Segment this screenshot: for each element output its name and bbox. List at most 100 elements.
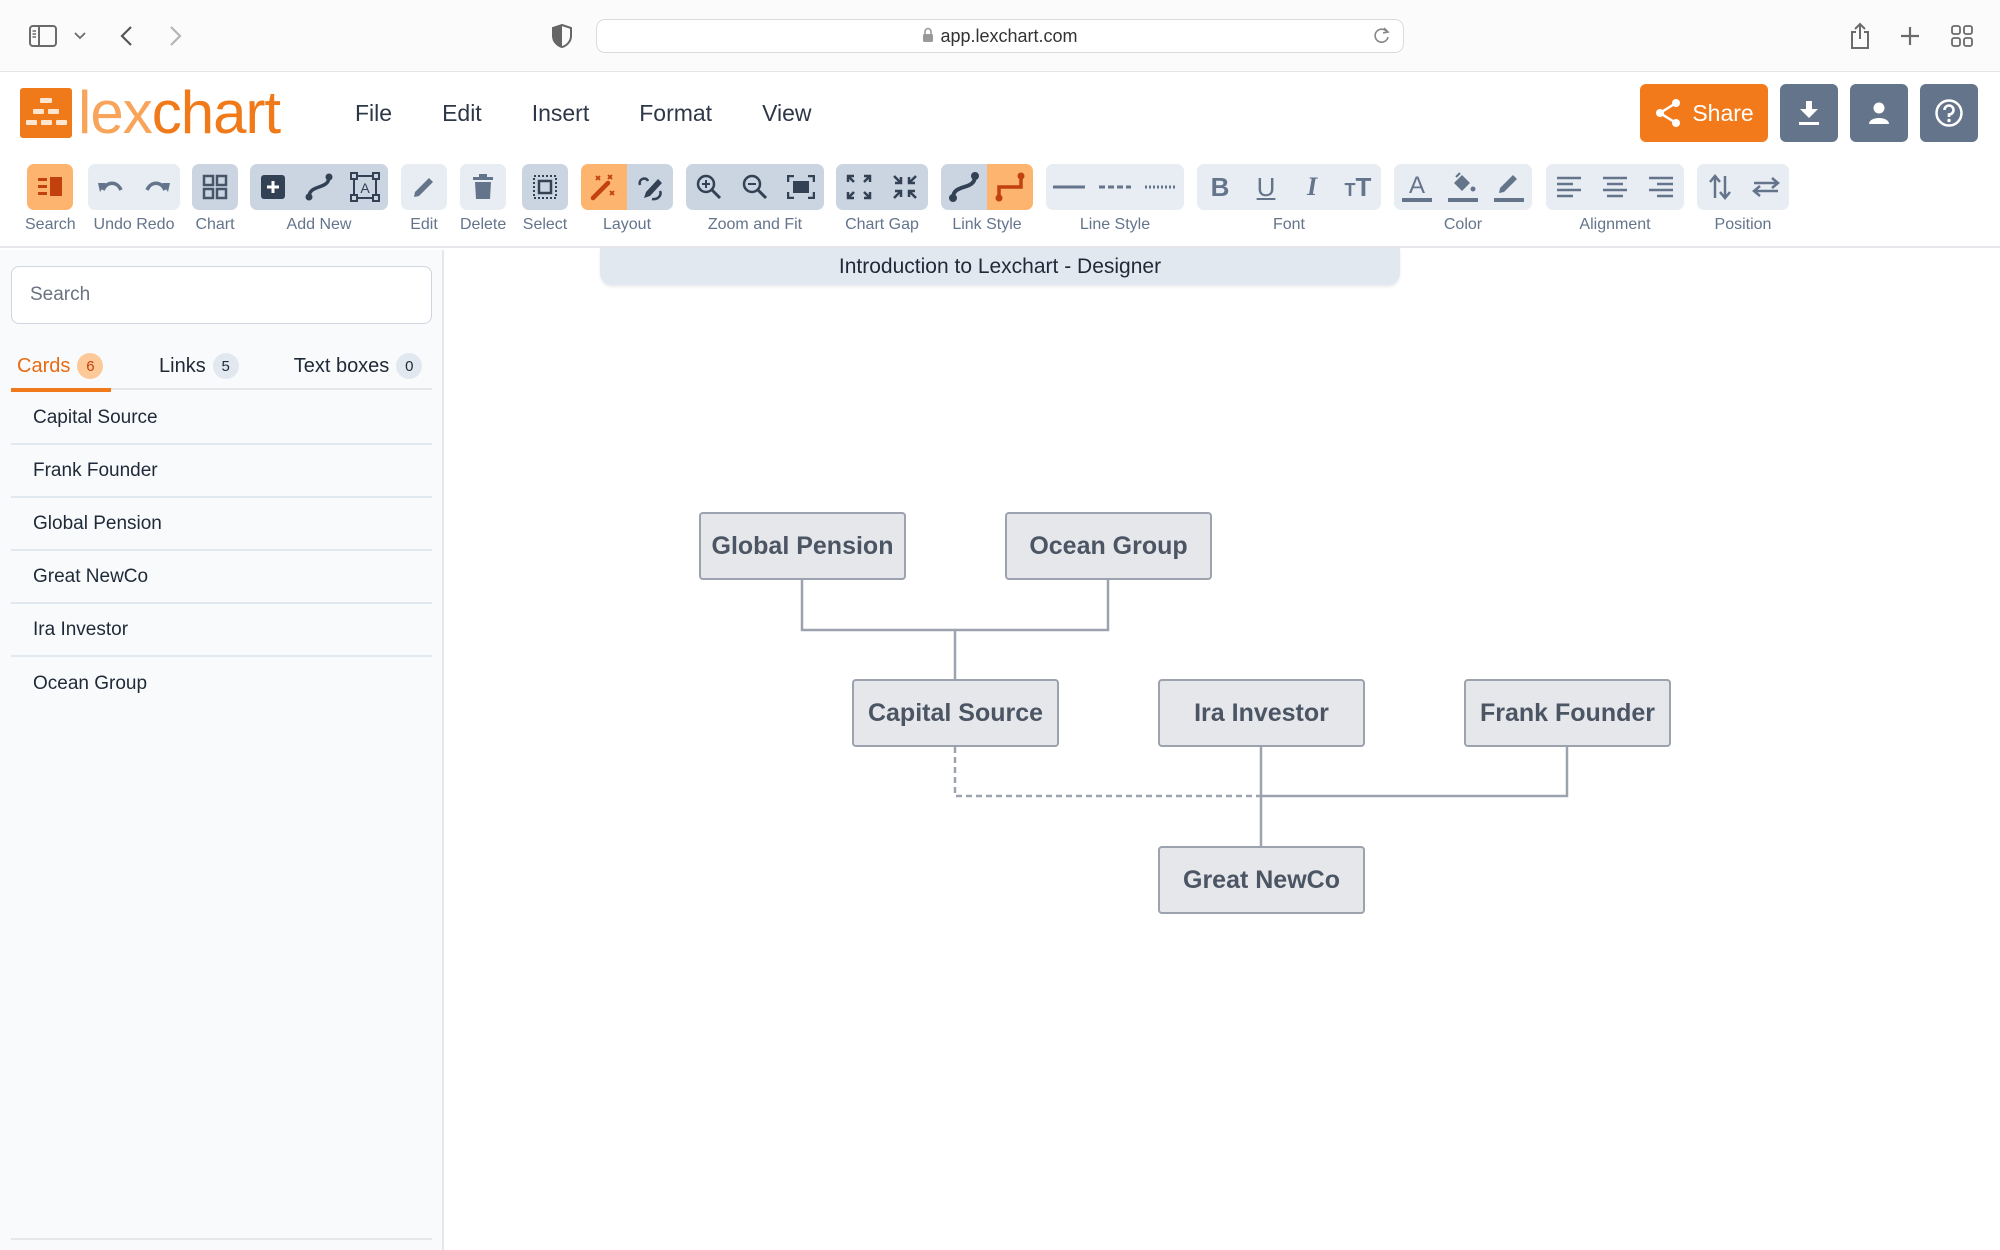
tab-label: Cards: [17, 354, 71, 377]
svg-text:A: A: [1409, 172, 1425, 199]
tab-cards[interactable]: Cards 6: [11, 342, 111, 392]
tab-text-boxes[interactable]: Text boxes 0: [294, 342, 423, 390]
toolbar-group-position: Position: [1697, 164, 1789, 234]
swap-vertical-button[interactable]: [1697, 164, 1743, 210]
link-capital-source-great-newco[interactable]: [953, 747, 1261, 798]
reload-icon[interactable]: [1373, 26, 1391, 51]
list-item[interactable]: Ocean Group: [11, 657, 432, 710]
curved-link-icon: [949, 172, 979, 202]
swap-horizontal-icon: [1752, 177, 1780, 197]
forward-icon[interactable]: [164, 18, 188, 54]
underline-button[interactable]: U: [1243, 164, 1289, 210]
delete-button[interactable]: [460, 164, 507, 210]
edit-button[interactable]: [401, 164, 447, 210]
tab-links[interactable]: Links 5: [159, 342, 239, 390]
undo-icon: [98, 181, 123, 192]
add-text-box-button[interactable]: A: [342, 164, 388, 210]
menu-insert[interactable]: Insert: [507, 100, 615, 127]
card-ira-investor[interactable]: Ira Investor: [1158, 679, 1365, 747]
url-text: app.lexchart.com: [940, 25, 1078, 46]
card-capital-source[interactable]: Capital Source: [852, 679, 1059, 747]
dotted-line-button[interactable]: [1138, 164, 1184, 210]
list-item[interactable]: Frank Founder: [11, 445, 432, 498]
menu-edit[interactable]: Edit: [417, 100, 507, 127]
align-right-button[interactable]: [1638, 164, 1684, 210]
list-item[interactable]: Great NewCo: [11, 551, 432, 604]
list-item[interactable]: Ira Investor: [11, 604, 432, 657]
add-link-button[interactable]: [296, 164, 342, 210]
add-link-icon: [305, 173, 333, 201]
italic-button[interactable]: I: [1289, 164, 1335, 210]
text-size-button[interactable]: TT: [1335, 164, 1381, 210]
url-bar[interactable]: app.lexchart.com: [596, 19, 1404, 53]
undo-button[interactable]: [88, 164, 134, 210]
card-ocean-group[interactable]: Ocean Group: [1005, 512, 1212, 580]
share-icon[interactable]: [1848, 18, 1872, 54]
link-frank-founder-great-newco[interactable]: [1261, 747, 1569, 798]
search-panel-icon: [38, 177, 63, 196]
document-title[interactable]: Introduction to Lexchart - Designer: [600, 248, 1400, 285]
expand-gap-button[interactable]: [836, 164, 882, 210]
fill-color-button[interactable]: [1440, 164, 1486, 210]
zoom-out-button[interactable]: [732, 164, 778, 210]
download-icon: [1799, 101, 1819, 125]
main-menu: File Edit Insert Format View: [330, 100, 837, 127]
search-panel-button[interactable]: [27, 164, 74, 210]
elbow-link-icon: [995, 172, 1025, 202]
trash-icon: [473, 174, 494, 199]
share-label: Share: [1692, 99, 1754, 126]
svg-text:A: A: [360, 180, 370, 196]
card-frank-founder[interactable]: Frank Founder: [1464, 679, 1671, 747]
sidebar-search-input[interactable]: [11, 266, 432, 324]
curved-link-button[interactable]: [941, 164, 987, 210]
toolbar-label: Line Style: [1079, 216, 1151, 233]
swap-horizontal-button[interactable]: [1743, 164, 1789, 210]
bold-button[interactable]: B: [1197, 164, 1243, 210]
account-button[interactable]: [1850, 84, 1908, 142]
fit-button[interactable]: [778, 164, 824, 210]
download-button[interactable]: [1780, 84, 1838, 142]
card-great-newco[interactable]: Great NewCo: [1158, 846, 1365, 914]
card-global-pension[interactable]: Global Pension: [699, 512, 906, 580]
select-button[interactable]: [522, 164, 568, 210]
font-color-button[interactable]: A: [1394, 164, 1440, 210]
auto-layout-button[interactable]: [581, 164, 627, 210]
line-color-button[interactable]: [1486, 164, 1532, 210]
help-button[interactable]: [1920, 84, 1978, 142]
sidebar-toggle-icon[interactable]: [26, 18, 60, 54]
redo-button[interactable]: [134, 164, 180, 210]
elbow-link-button[interactable]: [987, 164, 1033, 210]
share-button[interactable]: Share: [1640, 84, 1768, 142]
back-icon[interactable]: [114, 18, 138, 54]
add-text-box-icon: A: [350, 172, 380, 202]
chart-canvas[interactable]: Introduction to Lexchart - Designer Glob…: [446, 248, 2000, 1250]
help-icon: [1935, 99, 1963, 127]
align-left-button[interactable]: [1546, 164, 1592, 210]
list-item[interactable]: Global Pension: [11, 498, 432, 551]
chevron-down-icon[interactable]: [70, 18, 90, 54]
zoom-in-button[interactable]: [686, 164, 732, 210]
toolbar-label: Link Style: [952, 216, 1022, 233]
tab-overview-icon[interactable]: [1950, 18, 1974, 54]
shrink-gap-button[interactable]: [882, 164, 928, 210]
list-item[interactable]: Capital Source: [11, 392, 432, 445]
add-card-button[interactable]: [250, 164, 296, 210]
chart-button[interactable]: [192, 164, 238, 210]
line-color-pencil-icon: [1494, 175, 1524, 202]
align-left-icon: [1557, 176, 1581, 198]
manual-layout-button[interactable]: [627, 164, 673, 210]
solid-line-button[interactable]: [1046, 164, 1092, 210]
lexchart-logo[interactable]: lexchart: [20, 83, 281, 143]
new-tab-icon[interactable]: [1898, 18, 1922, 54]
align-center-button[interactable]: [1592, 164, 1638, 210]
menu-format[interactable]: Format: [614, 100, 737, 127]
menu-file[interactable]: File: [330, 100, 417, 127]
link-ocean-group-capital-source[interactable]: [955, 579, 1110, 632]
toolbar-label: Search: [25, 216, 76, 233]
toolbar-group-alignment: Alignment: [1546, 164, 1684, 234]
link-global-pension-capital-source[interactable]: [800, 579, 957, 679]
privacy-shield-icon[interactable]: [550, 18, 574, 54]
solid-line-icon: [1053, 185, 1085, 189]
menu-view[interactable]: View: [737, 100, 836, 127]
dashed-line-button[interactable]: [1092, 164, 1138, 210]
